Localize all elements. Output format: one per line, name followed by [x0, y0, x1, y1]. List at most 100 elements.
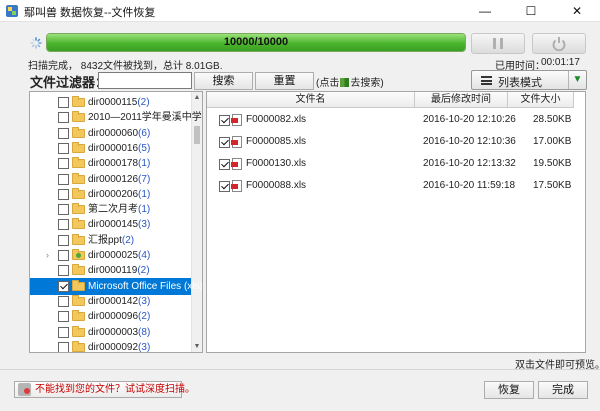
- tree-checkbox[interactable]: [58, 142, 69, 154]
- file-row[interactable]: F0000088.xls 2016-10-20 11:59:18 17.50KB: [207, 176, 585, 196]
- excel-file-icon: [231, 180, 242, 192]
- folder-name: dir0000092: [88, 341, 139, 353]
- scroll-thumb[interactable]: [194, 126, 200, 144]
- scan-status-text: 扫描完成， 8432文件被找到，总计 8.01GB.: [28, 61, 223, 72]
- folder-icon: [72, 141, 85, 153]
- finish-button[interactable]: 完成: [538, 381, 588, 399]
- tree-checkbox[interactable]: [58, 250, 69, 261]
- pause-button[interactable]: [471, 33, 525, 54]
- file-row[interactable]: F0000085.xls 2016-10-20 12:10:36 17.00KB: [207, 132, 585, 152]
- tree-checkbox[interactable]: [58, 280, 69, 292]
- folder-name: dir0000115: [88, 97, 138, 108]
- excel-file-icon: [231, 136, 242, 148]
- search-hint-icon: [340, 78, 350, 87]
- tree-checkbox[interactable]: [58, 311, 69, 323]
- folder-tree[interactable]: ▲ ▼ dir0000115(2)2010—2011学年曼溪中学佛山dir000…: [29, 91, 203, 353]
- file-checkbox[interactable]: [219, 159, 230, 170]
- tree-checkbox[interactable]: [58, 112, 69, 124]
- scroll-down-icon[interactable]: ▼: [192, 341, 202, 352]
- file-name: F0000130.xls: [246, 158, 307, 169]
- close-button[interactable]: ✕: [554, 0, 600, 22]
- tree-label: dir0000092(3): [88, 339, 150, 353]
- maximize-button[interactable]: ☐: [508, 0, 554, 22]
- spinner-icon: [30, 37, 42, 49]
- folder-name: dir0000178: [88, 158, 139, 170]
- folder-icon: [72, 126, 85, 138]
- view-mode-label: 列表模式: [498, 77, 542, 89]
- tree-checkbox[interactable]: [58, 234, 69, 246]
- file-filter-label: 文件过滤器：: [30, 75, 109, 90]
- tree-checkbox[interactable]: [58, 127, 69, 139]
- tree-checkbox[interactable]: [58, 219, 69, 231]
- filter-input[interactable]: [98, 72, 192, 89]
- file-checkbox[interactable]: [219, 181, 230, 192]
- tree-checkbox[interactable]: [58, 295, 69, 307]
- file-row[interactable]: F0000082.xls 2016-10-20 12:10:26 28.50KB: [207, 110, 585, 130]
- tree-checkbox[interactable]: [58, 188, 69, 200]
- tree-checkbox[interactable]: [58, 341, 69, 352]
- file-count: (6): [138, 127, 151, 139]
- folder-name: dir0000016: [88, 142, 139, 154]
- divider: [0, 369, 600, 370]
- tree-checkbox[interactable]: [58, 204, 69, 216]
- column-header-name[interactable]: 文件名: [207, 92, 415, 108]
- recover-button[interactable]: 恢复: [484, 381, 534, 399]
- progress-text: 10000/10000: [223, 36, 289, 48]
- scroll-up-icon[interactable]: ▲: [192, 92, 202, 103]
- file-count: (3): [138, 295, 151, 307]
- column-header-size[interactable]: 文件大小: [508, 92, 574, 108]
- title-bar: 鄢叫兽 数据恢复--文件恢复 — ☐ ✕: [0, 0, 600, 22]
- tree-checkbox[interactable]: [58, 97, 69, 108]
- file-count: (8): [138, 326, 151, 338]
- pause-icon: [493, 38, 503, 49]
- folder-icon: [72, 325, 85, 337]
- list-view-icon: [481, 76, 492, 85]
- search-button[interactable]: 搜索: [194, 72, 253, 90]
- folder-name: dir0000206: [88, 188, 139, 200]
- deep-scan-icon: [18, 383, 31, 396]
- file-count: (2): [137, 97, 150, 108]
- file-name: F0000082.xls: [246, 114, 307, 125]
- folder-icon: [72, 294, 85, 306]
- stop-button[interactable]: [532, 33, 586, 54]
- file-count: (5): [138, 142, 151, 154]
- tree-checkbox[interactable]: [58, 173, 69, 185]
- file-count: (4): [138, 250, 151, 261]
- file-size: 17.50KB: [533, 180, 572, 191]
- column-header-modified[interactable]: 最后修改时间: [415, 92, 508, 108]
- file-checkbox[interactable]: [219, 115, 230, 126]
- file-count: (1): [138, 158, 151, 170]
- folder-icon: [72, 157, 85, 169]
- file-count: (1): [138, 188, 151, 200]
- folder-name: dir0000025: [88, 250, 139, 261]
- tree-scrollbar[interactable]: ▲ ▼: [191, 92, 202, 352]
- window-title: 鄢叫兽 数据恢复--文件恢复: [24, 7, 156, 19]
- file-modified: 2016-10-20 12:13:32: [423, 158, 516, 169]
- folder-name: dir0000060: [88, 127, 139, 139]
- search-hint: (点击 去搜索): [316, 74, 384, 89]
- folder-name: dir0000096: [88, 311, 139, 323]
- file-list[interactable]: 文件名 最后修改时间 文件大小 F0000082.xls 2016-10-20 1…: [206, 91, 586, 353]
- folder-name: dir0000142: [88, 295, 139, 307]
- reset-button[interactable]: 重置: [255, 72, 314, 90]
- deep-scan-link[interactable]: 不能找到您的文件？试试深度扫描。: [14, 381, 195, 398]
- folder-icon: [72, 172, 85, 184]
- file-count: (2): [121, 234, 135, 246]
- file-name: F0000088.xls: [246, 180, 307, 191]
- chevron-down-icon: ▼: [568, 71, 586, 89]
- tree-checkbox[interactable]: [58, 265, 69, 277]
- tree-checkbox[interactable]: [58, 158, 69, 170]
- folder-name: dir0000119: [88, 265, 138, 277]
- folder-name: 汇报ppt: [88, 234, 122, 246]
- minimize-button[interactable]: —: [462, 0, 508, 22]
- folder-icon: [72, 96, 85, 107]
- file-checkbox[interactable]: [219, 137, 230, 148]
- file-modified: 2016-10-20 12:10:26: [423, 114, 516, 125]
- tree-checkbox[interactable]: [58, 326, 69, 338]
- tree-row[interactable]: dir0000092(3): [30, 339, 191, 353]
- folder-icon: [72, 187, 85, 199]
- file-row[interactable]: F0000130.xls 2016-10-20 12:13:32 19.50KB: [207, 154, 585, 174]
- file-modified: 2016-10-20 11:59:18: [423, 180, 516, 191]
- file-count: (3): [138, 219, 151, 231]
- view-mode-dropdown[interactable]: 列表模式 ▼: [471, 70, 587, 90]
